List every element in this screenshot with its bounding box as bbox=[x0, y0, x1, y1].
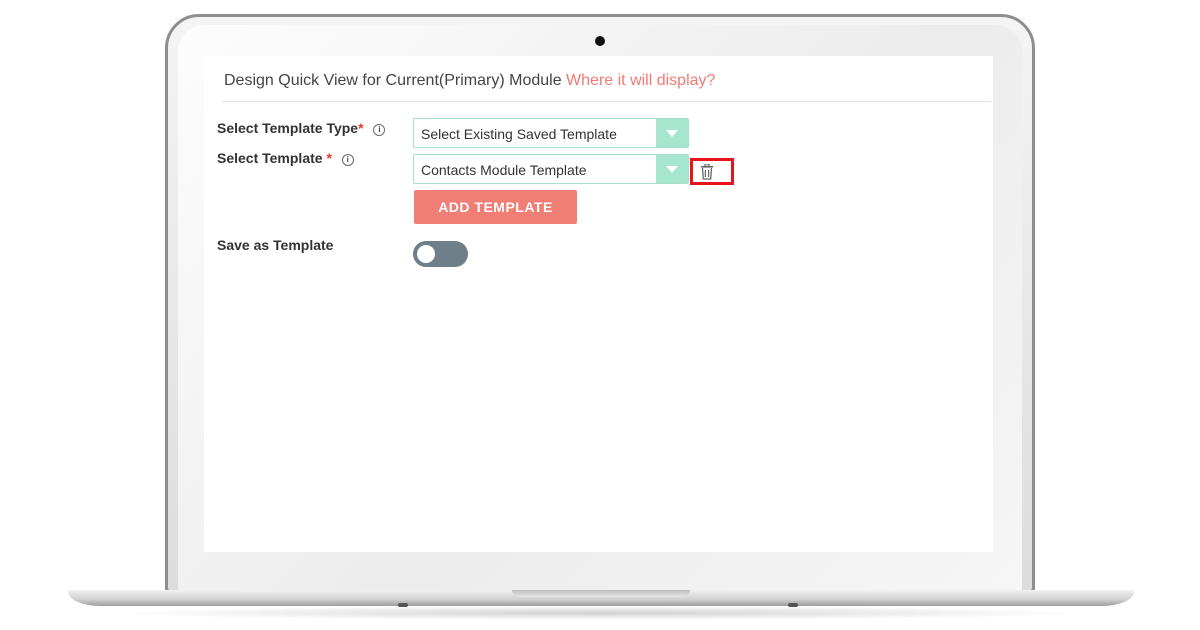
app-screen: Design Quick View for Current(Primary) M… bbox=[204, 56, 993, 552]
page-title: Design Quick View for Current(Primary) M… bbox=[224, 72, 715, 90]
laptop-shadow bbox=[110, 606, 1090, 620]
template-label: Select Template * i bbox=[217, 150, 354, 166]
laptop-foot bbox=[398, 603, 408, 607]
template-value: Contacts Module Template bbox=[421, 162, 587, 178]
required-mark: * bbox=[358, 120, 364, 136]
header-divider bbox=[222, 101, 991, 102]
laptop-foot bbox=[788, 603, 798, 607]
trash-icon[interactable] bbox=[700, 164, 714, 180]
laptop-notch bbox=[512, 590, 690, 597]
add-template-button[interactable]: ADD TEMPLATE bbox=[414, 190, 577, 224]
chevron-down-icon[interactable] bbox=[656, 119, 688, 147]
info-icon[interactable]: i bbox=[341, 154, 354, 166]
page-title-text: Design Quick View for Current(Primary) M… bbox=[224, 72, 562, 89]
camera-icon bbox=[595, 36, 605, 46]
template-type-select[interactable]: Select Existing Saved Template bbox=[413, 118, 689, 148]
save-as-template-toggle[interactable] bbox=[413, 241, 468, 267]
required-mark: * bbox=[326, 150, 332, 166]
delete-template-highlight[interactable] bbox=[690, 158, 734, 185]
toggle-knob bbox=[417, 245, 435, 263]
chevron-down-icon[interactable] bbox=[656, 155, 688, 183]
where-display-link[interactable]: Where it will display? bbox=[566, 72, 715, 89]
template-type-label: Select Template Type* i bbox=[217, 120, 386, 136]
template-label-text: Select Template bbox=[217, 150, 327, 166]
template-type-label-text: Select Template Type bbox=[217, 120, 359, 136]
template-select[interactable]: Contacts Module Template bbox=[413, 154, 689, 184]
template-type-value: Select Existing Saved Template bbox=[421, 126, 617, 142]
info-icon[interactable]: i bbox=[373, 124, 386, 136]
save-as-template-label: Save as Template bbox=[217, 237, 334, 253]
